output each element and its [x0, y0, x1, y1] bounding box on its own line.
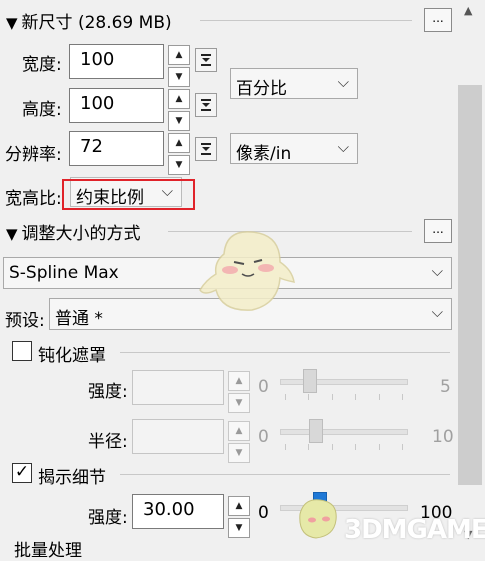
detail-strength-label: 强度:: [88, 508, 128, 528]
detail-strength-input[interactable]: 30.00: [132, 494, 224, 529]
height-reset-button[interactable]: [195, 93, 217, 117]
chevron-down-icon: ⌵: [431, 303, 443, 321]
blur-radius-label: 半径:: [88, 432, 128, 452]
spin-up-icon[interactable]: ▲: [228, 421, 250, 441]
blur-radius-slider-thumb[interactable]: [309, 419, 323, 443]
algorithm-value: S-Spline Max: [9, 263, 119, 283]
mascot-small-icon: [299, 499, 337, 539]
resize-method-title: 调整大小的方式: [21, 224, 141, 244]
spin-up-icon[interactable]: ▲: [228, 371, 250, 391]
resolution-unit-select[interactable]: 像素/in ⌵: [230, 133, 358, 164]
reset-lines-icon: [201, 54, 211, 66]
spin-up-icon[interactable]: ▲: [168, 89, 190, 109]
width-reset-button[interactable]: [195, 48, 217, 72]
resize-method-more-button[interactable]: ...: [424, 219, 452, 243]
watermark-text: 3DMGAME: [344, 515, 485, 545]
reveal-detail-title: 揭示细节: [38, 468, 106, 488]
width-spinner[interactable]: ▲ ▼: [168, 45, 190, 89]
width-input[interactable]: 100: [69, 44, 164, 79]
blur-radius-spinner[interactable]: ▲ ▼: [228, 421, 250, 465]
size-unit-value: 百分比: [236, 79, 287, 99]
blur-radius-slider-track[interactable]: [280, 429, 408, 435]
spin-down-icon[interactable]: ▼: [168, 155, 190, 175]
spin-down-icon[interactable]: ▼: [168, 67, 190, 87]
spin-down-icon[interactable]: ▼: [228, 443, 250, 463]
blur-strength-input[interactable]: [132, 370, 224, 405]
size-unit-select[interactable]: 百分比 ⌵: [230, 68, 358, 99]
highlight-box: [62, 179, 195, 210]
blur-strength-slider-thumb[interactable]: [303, 369, 317, 393]
spin-down-icon[interactable]: ▼: [228, 518, 250, 538]
blur-mask-checkbox[interactable]: [12, 341, 32, 361]
divider: [200, 20, 412, 21]
scroll-up-icon[interactable]: ▲: [464, 4, 472, 17]
chevron-down-icon: ⌵: [337, 73, 349, 91]
spin-down-icon[interactable]: ▼: [168, 111, 190, 131]
resolution-reset-button[interactable]: [195, 137, 217, 161]
new-size-title: 新尺寸 (28.69 MB): [21, 13, 172, 33]
resolution-unit-value: 像素/in: [236, 144, 292, 164]
preset-label: 预设:: [5, 311, 45, 331]
resize-method-header[interactable]: ▼ 调整大小的方式: [6, 219, 141, 244]
resolution-input[interactable]: 72: [69, 131, 164, 166]
aspect-label: 宽高比:: [5, 189, 62, 209]
resolution-spinner[interactable]: ▲ ▼: [168, 133, 190, 177]
reset-lines-icon: [201, 99, 211, 111]
preset-value: 普通 *: [55, 309, 103, 329]
height-input[interactable]: 100: [69, 88, 164, 123]
spin-up-icon[interactable]: ▲: [168, 45, 190, 65]
collapse-triangle-icon: ▼: [6, 225, 18, 243]
spin-down-icon[interactable]: ▼: [228, 393, 250, 413]
blur-strength-max: 5: [440, 377, 451, 397]
spin-up-icon[interactable]: ▲: [168, 133, 190, 153]
vertical-scrollbar[interactable]: ▲ ▼: [455, 0, 485, 546]
reveal-detail-checkbox[interactable]: ✓: [12, 463, 32, 483]
detail-strength-spinner[interactable]: ▲ ▼: [228, 496, 250, 540]
blur-strength-min: 0: [258, 377, 269, 397]
new-size-header[interactable]: ▼ 新尺寸 (28.69 MB): [6, 8, 172, 33]
new-size-more-button[interactable]: ...: [424, 8, 452, 32]
height-label: 高度:: [22, 100, 62, 120]
blur-radius-input[interactable]: [132, 419, 224, 454]
chevron-down-icon: ⌵: [337, 138, 349, 156]
height-spinner[interactable]: ▲ ▼: [168, 89, 190, 133]
blur-radius-min: 0: [258, 427, 269, 447]
scrollbar-thumb[interactable]: [458, 85, 482, 485]
divider: [120, 474, 450, 475]
spin-up-icon[interactable]: ▲: [228, 496, 250, 516]
width-label: 宽度:: [22, 55, 62, 75]
blur-mask-title: 钝化遮罩: [38, 346, 106, 366]
blur-strength-label: 强度:: [88, 382, 128, 402]
blur-strength-slider-track[interactable]: [280, 379, 408, 385]
blur-strength-spinner[interactable]: ▲ ▼: [228, 371, 250, 415]
reset-lines-icon: [201, 143, 211, 155]
slider-ticks: [285, 394, 403, 402]
chevron-down-icon: ⌵: [431, 262, 443, 280]
collapse-triangle-icon: ▼: [6, 14, 18, 32]
mascot-watermark-icon: [199, 231, 295, 311]
resolution-label: 分辨率:: [5, 145, 62, 165]
batch-title: 批量处理: [14, 541, 82, 561]
detail-strength-min: 0: [258, 503, 269, 523]
slider-ticks: [285, 444, 403, 452]
divider: [120, 352, 450, 353]
blur-radius-max: 10: [432, 427, 454, 447]
